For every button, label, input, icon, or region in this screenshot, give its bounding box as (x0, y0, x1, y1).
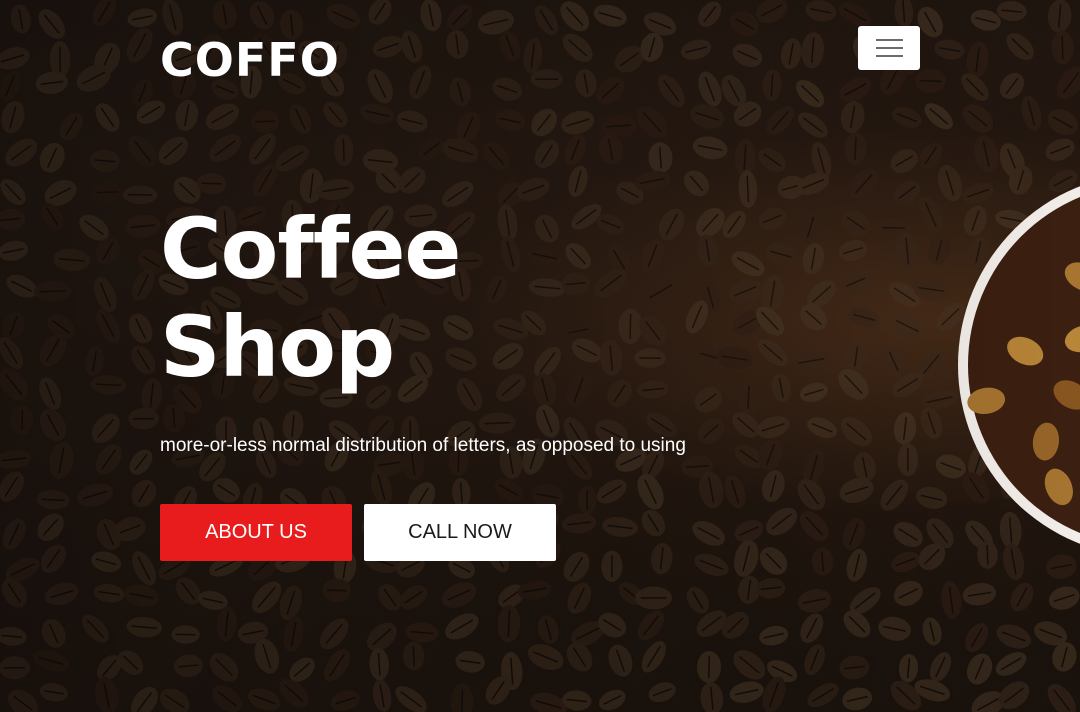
hero-headline: Coffee Shop (160, 200, 461, 396)
menu-toggle-button[interactable] (858, 26, 920, 70)
hero-section: COFFO Coffee Shop more-or-less normal di… (0, 0, 1080, 712)
hero-subtitle: more-or-less normal distribution of lett… (160, 435, 686, 456)
brand-logo[interactable]: COFFO (160, 34, 340, 86)
headline-line-1: Coffee (160, 200, 461, 298)
call-now-button[interactable]: CALL NOW (364, 504, 556, 561)
headline-line-2: Shop (160, 298, 395, 396)
about-us-button[interactable]: ABOUT US (160, 504, 352, 561)
hamburger-menu-icon (876, 39, 903, 41)
